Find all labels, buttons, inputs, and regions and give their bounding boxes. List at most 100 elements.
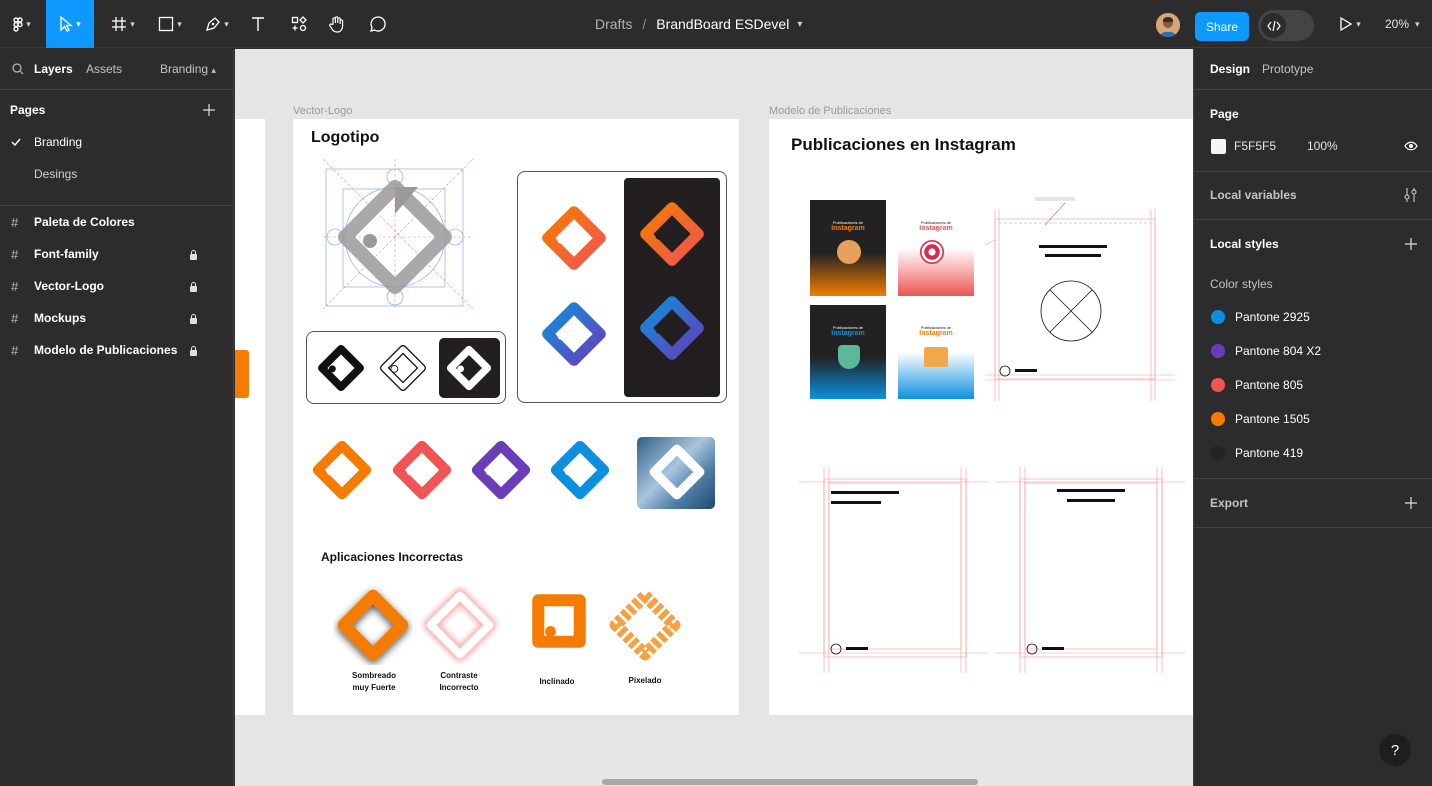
shape-tool-button[interactable]: ▾ — [150, 0, 190, 48]
logo-white-on-black-tile — [439, 338, 500, 398]
frame-icon: # — [11, 214, 19, 230]
eye-icon[interactable] — [1404, 141, 1418, 151]
lock-icon[interactable] — [190, 282, 197, 292]
resources-tool-button[interactable] — [284, 0, 314, 48]
frame-icon: # — [11, 246, 19, 262]
file-name[interactable]: BrandBoard ESDevel — [656, 16, 789, 32]
text-tool-button[interactable] — [244, 0, 272, 48]
move-tool-button[interactable]: ▾ — [46, 0, 94, 48]
chevron-down-icon: ▾ — [224, 18, 229, 29]
frame-tool-button[interactable]: ▾ — [103, 0, 143, 48]
comment-tool-button[interactable] — [363, 0, 393, 48]
color-style-item[interactable]: Pantone 804 X2 — [1194, 339, 1432, 363]
post-card-target[interactable]: Publicaciones de Instagram — [898, 200, 974, 296]
add-export-icon[interactable] — [1405, 497, 1417, 509]
lock-icon[interactable] — [190, 250, 197, 260]
avatar[interactable] — [1156, 13, 1180, 37]
vector-logo-frame[interactable]: Logotipo Aplicaciones Incorrectas Sombre… — [293, 119, 739, 715]
sliders-icon[interactable] — [1404, 188, 1417, 202]
logo-orange-icon — [542, 206, 606, 270]
zoom-menu[interactable]: 20% ▾ — [1385, 0, 1420, 48]
color-swatch — [1211, 446, 1225, 460]
frame-label-vector-logo[interactable]: Vector-Logo — [293, 105, 352, 117]
layer-item-modelo[interactable]: # Modelo de Publicaciones — [0, 334, 234, 366]
layer-label: Mockups — [34, 311, 87, 325]
frame-label-modelo[interactable]: Modelo de Publicaciones — [769, 105, 891, 117]
page-color-hex[interactable]: F5F5F5 — [1234, 139, 1276, 153]
color-style-item[interactable]: Pantone 1505 — [1194, 407, 1432, 431]
layer-label: Modelo de Publicaciones — [34, 343, 178, 357]
chevron-down-icon: ▾ — [1415, 18, 1420, 29]
page-switcher[interactable]: Branding ▴ — [160, 62, 216, 76]
divider — [0, 89, 234, 90]
publicaciones-frame[interactable]: Publicaciones en Instagram Publicaciones… — [769, 119, 1193, 715]
color-style-name: Pantone 419 — [1235, 446, 1304, 460]
layer-item-paleta[interactable]: # Paleta de Colores — [0, 206, 234, 238]
left-panel-tabs: Layers Assets Branding ▴ — [0, 49, 234, 89]
dev-mode-toggle[interactable] — [1258, 10, 1314, 41]
lock-icon[interactable] — [190, 314, 197, 324]
post-card-coin[interactable]: Publicaciones de Instagram — [810, 200, 886, 296]
local-variables-row[interactable]: Local variables — [1194, 183, 1432, 207]
page-item-branding[interactable]: Branding — [0, 126, 234, 158]
logo-blue-dark-icon — [640, 296, 704, 360]
page-color-swatch[interactable] — [1211, 138, 1226, 154]
logo-heavy-shadow-icon — [337, 589, 409, 661]
search-icon[interactable] — [12, 63, 24, 75]
layer-item-font-family[interactable]: # Font-family — [0, 238, 234, 270]
tab-assets[interactable]: Assets — [86, 62, 122, 76]
hand-tool-button[interactable] — [322, 0, 352, 48]
tab-prototype[interactable]: Prototype — [1262, 62, 1313, 76]
lock-icon[interactable] — [190, 346, 197, 356]
chevron-down-icon[interactable]: ▾ — [797, 19, 802, 30]
add-page-icon[interactable] — [203, 104, 215, 116]
layer-item-mockups[interactable]: # Mockups — [0, 302, 234, 334]
pen-tool-button[interactable]: ▾ — [197, 0, 237, 48]
add-style-icon[interactable] — [1405, 238, 1417, 250]
layer-label: Vector-Logo — [34, 279, 105, 293]
layer-label: Font-family — [34, 247, 99, 261]
breadcrumb-project[interactable]: Drafts — [595, 16, 632, 32]
page-item-desings[interactable]: Desings — [0, 158, 234, 190]
logo-pantone-2925-icon — [550, 440, 610, 500]
logo-construction-grid — [323, 159, 473, 309]
post-card-shield[interactable]: Publicaciones de Instagram — [810, 305, 886, 399]
chevron-down-icon: ▾ — [76, 18, 81, 29]
post-card-folder[interactable]: Publicaciones de Instagram — [898, 305, 974, 399]
help-button[interactable]: ? — [1379, 734, 1411, 766]
pages-header-label: Pages — [10, 103, 46, 117]
toolbar: ▾ ▾ ▾ ▾ ▾ Drafts / BrandBoard ESDevel ▾ … — [0, 0, 1432, 48]
logo-pixelated-icon — [609, 589, 681, 661]
partial-frame[interactable] — [235, 119, 265, 715]
check-icon — [11, 138, 21, 146]
color-style-item[interactable]: Pantone 419 — [1194, 441, 1432, 465]
coin-illustration-icon — [837, 240, 861, 264]
cursor-icon — [60, 16, 74, 32]
logo-white-icon — [446, 345, 492, 391]
color-swatch — [1211, 344, 1225, 358]
tab-design[interactable]: Design — [1210, 62, 1250, 76]
orange-selection-tab[interactable] — [235, 350, 249, 398]
chevron-down-icon: ▾ — [177, 18, 182, 29]
export-row[interactable]: Export — [1194, 491, 1432, 515]
logo-white-photo-icon — [649, 444, 705, 500]
tab-layers[interactable]: Layers — [34, 62, 73, 76]
color-style-name: Pantone 1505 — [1235, 412, 1310, 426]
incorrect-label-shadow: Sombreado muy Fuerte — [339, 670, 409, 694]
canvas[interactable]: Vector-Logo Modelo de Publicaciones Logo… — [235, 49, 1193, 786]
template-wireframe-right — [995, 467, 1185, 673]
share-button[interactable]: Share — [1195, 12, 1249, 41]
divider — [1194, 219, 1432, 220]
present-button[interactable]: ▾ — [1330, 0, 1370, 48]
horizontal-scrollbar[interactable] — [602, 779, 978, 785]
main-menu-button[interactable]: ▾ — [0, 0, 44, 48]
post-card-brand: Instagram — [831, 225, 865, 232]
page-opacity[interactable]: 100% — [1307, 139, 1338, 153]
text-icon — [252, 17, 264, 31]
local-styles-header: Local styles — [1194, 232, 1432, 256]
right-panel: Design Prototype Page F5F5F5 100% Local … — [1193, 49, 1432, 786]
layer-item-vector-logo[interactable]: # Vector-Logo — [0, 270, 234, 302]
color-style-item[interactable]: Pantone 2925 — [1194, 305, 1432, 329]
color-style-item[interactable]: Pantone 805 — [1194, 373, 1432, 397]
play-icon — [1340, 16, 1353, 32]
